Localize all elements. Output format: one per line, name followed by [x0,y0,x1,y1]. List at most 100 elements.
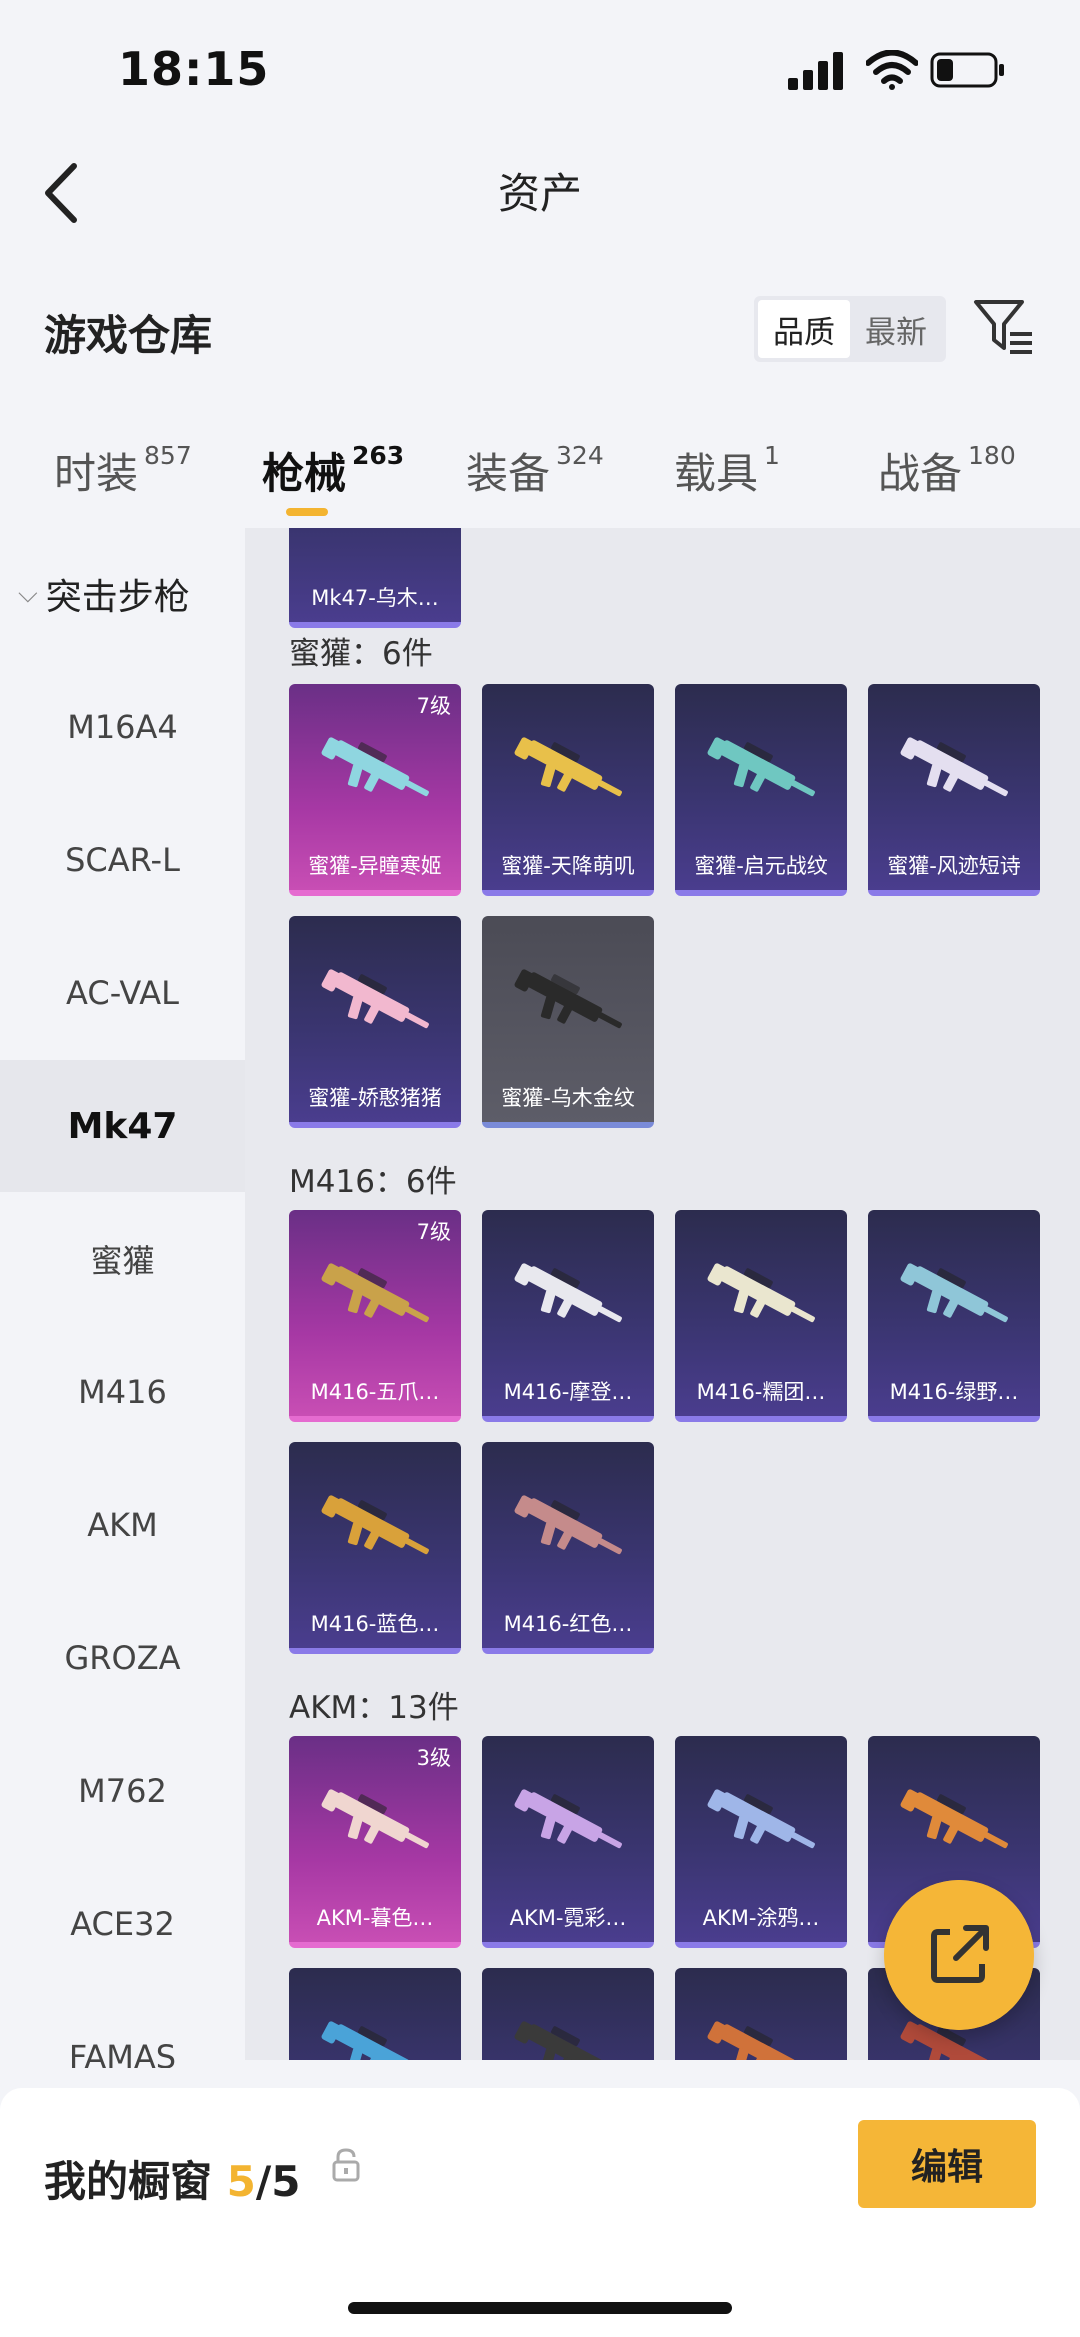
gun-icon [707,737,815,797]
skin-name: M416-红色… [503,1612,633,1636]
gun-icon [321,1263,429,1323]
section-heading: AKM：13件 [289,1690,459,1726]
showcase-bar: 我的橱窗 5/5 编辑 [0,2088,1080,2337]
skin-card[interactable]: 7级 M416-五爪… [289,1210,461,1422]
skin-name: M416-五爪… [310,1380,440,1404]
skin-card[interactable]: 蜜獾-风迹短诗 [868,684,1040,896]
gun-icon [321,2021,410,2060]
sidebar-item[interactable]: FAMAS [0,1991,245,2068]
skin-card[interactable] [289,1968,461,2060]
section-heading: 蜜獾：6件 [289,636,433,672]
sidebar-item[interactable]: M416 [0,1326,245,1458]
skin-card[interactable]: M416-糯团… [675,1210,847,1422]
skin-name: M416-摩登… [503,1380,633,1404]
skin-name: M416-蓝色… [310,1612,440,1636]
skin-name: M416-绿野… [889,1380,1019,1404]
category-tabs: 时装 857 枪械 263 装备 324 载具 1 战备 180 [0,430,1080,530]
clock: 18:15 [118,42,270,96]
gun-icon [707,1263,815,1323]
showcase-label: 我的橱窗 5/5 [44,2157,301,2206]
skin-name: 蜜獾-风迹短诗 [887,854,1021,878]
skin-card[interactable]: 3级 AKM-暮色… [289,1736,461,1948]
sidebar-item[interactable]: M16A4 [0,661,245,793]
skin-card[interactable]: M416-蓝色… [289,1442,461,1654]
skin-card[interactable]: 蜜獾-启元战纹 [675,684,847,896]
home-indicator [348,2302,732,2314]
lock-icon [332,2148,360,2182]
cellular-signal-icon [788,52,843,90]
section-heading: M416：6件 [289,1164,457,1200]
level-badge: 7级 [416,1220,451,1244]
skin-name: 蜜獾-娇憨猪猪 [308,1086,442,1110]
gun-icon [514,1263,622,1323]
skin-card[interactable] [675,1968,847,2060]
sidebar-item-selected[interactable]: Mk47 [0,1060,245,1192]
skin-card[interactable]: 7级蜜獾-异瞳寒姬 [289,684,461,896]
sidebar-item[interactable]: AC-VAL [0,927,245,1059]
inventory-grid: Mk47-乌木… 蜜獾：6件 7级 蜜獾-异瞳寒姬 蜜獾-天降萌叽 蜜獾-启元战纹 蜜獾-… [245,528,1080,2060]
level-badge: 3级 [416,1746,451,1770]
section-title: 游戏仓库 [44,311,213,360]
skin-card[interactable] [482,1968,654,2060]
sidebar-item[interactable]: M762 [0,1725,245,1857]
skin-name: AKM-霓彩… [509,1906,627,1930]
skin-card[interactable]: 蜜獾-天降萌叽 [482,684,654,896]
page-title: 资产 [497,169,582,218]
filter-icon[interactable] [972,296,1034,358]
sort-latest-button[interactable]: 最新 [850,300,942,358]
skin-name: 蜜獾-异瞳寒姬 [308,854,442,878]
tab-vehicle[interactable]: 载具 1 [674,440,780,501]
skin-card[interactable]: M416-摩登… [482,1210,654,1422]
tab-firearms[interactable]: 枪械 263 [262,440,404,501]
sidebar-item[interactable]: GROZA [0,1592,245,1724]
tab-indicator [286,508,328,516]
gun-icon [321,969,429,1029]
sidebar-item[interactable]: ACE32 [0,1858,245,1990]
skin-card[interactable]: M416-红色… [482,1442,654,1654]
skin-name: M416-糯团… [696,1380,826,1404]
gun-icon [707,1789,815,1849]
gun-icon [321,737,429,797]
tab-costume[interactable]: 时装 857 [54,440,192,501]
gun-icon [900,737,1008,797]
skin-name: AKM-暮色… [316,1906,434,1930]
skin-name: 蜜獾-启元战纹 [694,854,828,878]
sidebar-item[interactable]: 蜜獾 [0,1193,245,1325]
skin-name: Mk47-乌木… [311,586,439,610]
sidebar-category[interactable]: ⌵ 突击步枪 [0,528,245,660]
share-button[interactable] [884,1880,1034,2030]
gun-icon [514,737,622,797]
skin-card[interactable]: AKM-霓彩… [482,1736,654,1948]
tab-supplies[interactable]: 战备 180 [878,440,1016,501]
status-bar: 18:15 [0,0,1080,140]
level-badge: 7级 [416,694,451,718]
skin-card[interactable]: 蜜獾-娇憨猪猪 [289,916,461,1128]
weapon-sidebar: ⌵ 突击步枪 M16A4 SCAR-L AC-VAL Mk47 蜜獾 M416 A… [0,528,245,2068]
tab-equipment[interactable]: 装备 324 [466,440,604,501]
gun-icon [707,2021,796,2060]
gun-icon [321,1789,429,1849]
chevron-down-icon: ⌵ [18,578,38,609]
battery-icon [930,52,1004,88]
sort-quality-button[interactable]: 品质 [758,300,850,358]
gun-icon [321,1495,429,1555]
gun-icon [900,1789,1008,1849]
gun-icon [900,1263,1008,1323]
skin-card[interactable]: 蜜獾-乌木金纹 [482,916,654,1128]
showcase-count: 5/5 [226,2157,301,2206]
skin-name: 蜜獾-天降萌叽 [501,854,635,878]
skin-card[interactable]: AKM-涂鸦… [675,1736,847,1948]
wifi-icon [866,50,918,90]
gun-icon [514,1495,622,1555]
skin-name: AKM-涂鸦… [702,1906,820,1930]
gun-icon [514,969,622,1029]
sidebar-item[interactable]: AKM [0,1459,245,1591]
skin-name: 蜜獾-乌木金纹 [501,1086,635,1110]
gun-icon [514,1789,622,1849]
sidebar-item[interactable]: SCAR-L [0,794,245,926]
skin-card[interactable]: Mk47-乌木… [289,528,461,628]
edit-button[interactable]: 编辑 [858,2120,1036,2208]
skin-card[interactable]: M416-绿野… [868,1210,1040,1422]
sort-toggle: 品质 最新 [754,296,946,362]
gun-icon [514,2021,603,2060]
